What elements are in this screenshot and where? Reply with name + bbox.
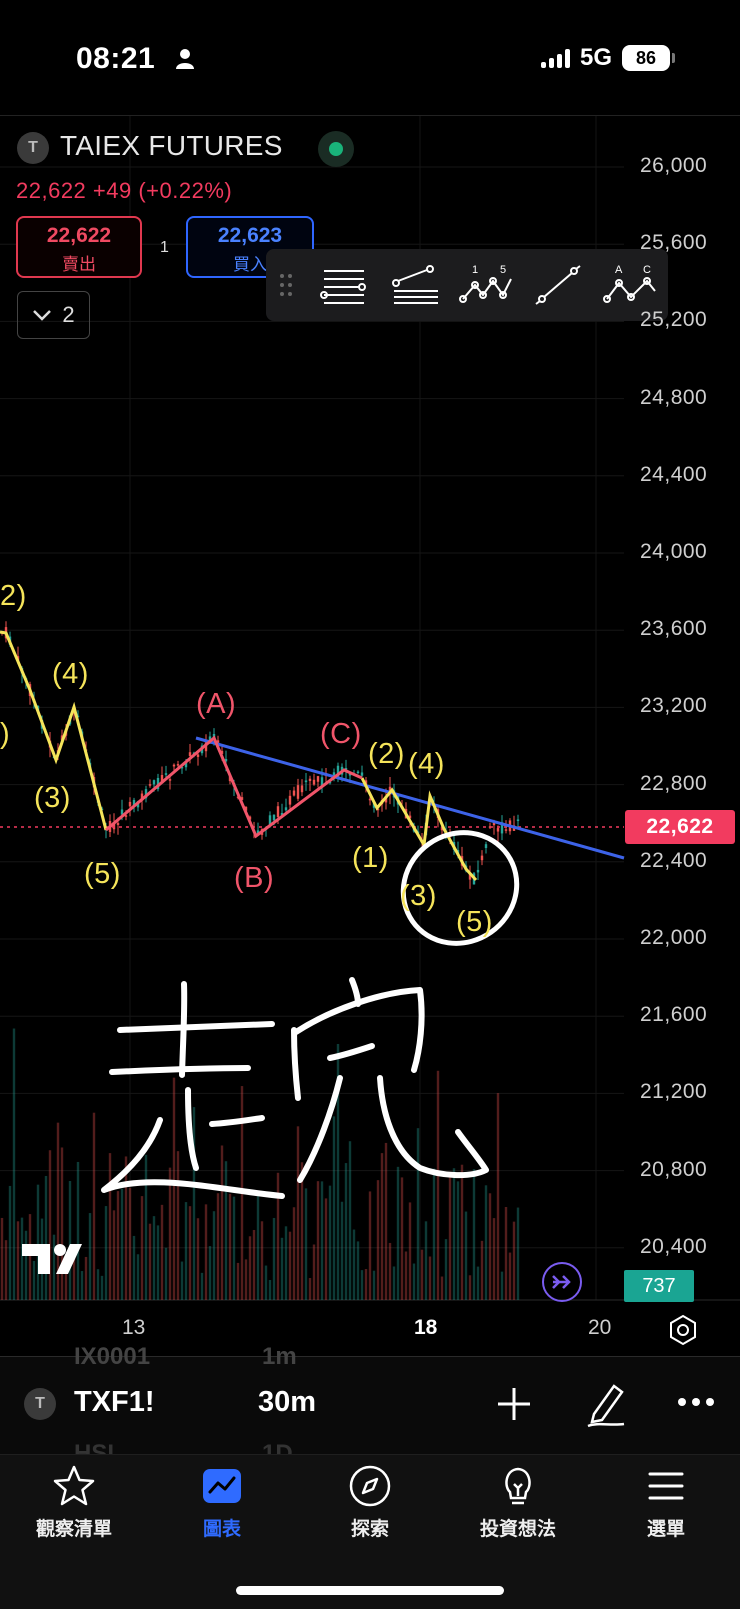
wave-label: (4) [52, 658, 89, 690]
sell-price: 22,622 [46, 224, 112, 247]
tab-label: 觀察清單 [35, 1519, 112, 1540]
indicators-toggle-button[interactable]: 2 [17, 291, 90, 339]
wave-label: 2) [0, 580, 27, 612]
tab-menu[interactable]: 選單 [606, 1462, 726, 1541]
tab-label: 投資想法 [479, 1519, 556, 1540]
lightbulb-icon [505, 1467, 531, 1505]
buy-price: 22,623 [217, 224, 283, 247]
price-tick: 25,600 [640, 231, 708, 255]
status-time: 08:21 [76, 42, 156, 75]
battery-icon: 86 [622, 45, 675, 71]
settings-hexagon-icon[interactable] [666, 1313, 700, 1347]
sell-label: 賣出 [62, 255, 96, 274]
person-icon [176, 49, 194, 69]
status-indicators: 5G 86 [540, 44, 675, 72]
trend-line-icon[interactable] [522, 249, 594, 321]
impulse-label-5: 5 [500, 265, 506, 276]
price-tick: 25,200 [640, 308, 708, 332]
price-tick: 21,600 [640, 1003, 708, 1027]
wave-label: (4) [408, 748, 445, 780]
price-tick: 21,200 [640, 1080, 708, 1104]
price-tick: 22,000 [640, 926, 708, 949]
time-tick: 18 [414, 1316, 438, 1339]
price-change: 22,622 +49 (+0.22%) [16, 178, 233, 203]
star-icon [53, 1465, 95, 1506]
wave-label: (5) [456, 906, 493, 938]
price-tick: 24,400 [640, 462, 708, 486]
wave-label: (2) [368, 738, 405, 770]
symbol-name[interactable]: TAIEX FUTURES [60, 130, 283, 162]
battery-level: 86 [635, 47, 657, 68]
market-open-status-icon[interactable] [318, 131, 354, 167]
price-tick: 20,400 [640, 1234, 708, 1258]
arrow-right-icon [552, 1275, 571, 1289]
price-tick: 24,800 [640, 385, 708, 409]
volume-badge: 737 [624, 1270, 694, 1302]
indicators-count: 2 [62, 302, 75, 327]
tab-label: 探索 [350, 1519, 389, 1540]
horizontal-lines-icon[interactable] [306, 249, 378, 321]
ghost-symbol: IX0001 [74, 1343, 151, 1370]
home-indicator [236, 1586, 504, 1595]
tab-label: 圖表 [202, 1519, 241, 1540]
price-tick: 24,000 [640, 540, 708, 563]
tab-explore[interactable]: 探索 [310, 1462, 430, 1541]
network-type: 5G [579, 44, 612, 71]
menu-icon [648, 1472, 684, 1500]
wave-label: (C) [320, 718, 362, 750]
tab-ideas[interactable]: 投資想法 [458, 1462, 578, 1541]
last-price-badge: 22,622 [625, 810, 735, 844]
symbol-selector[interactable]: TXF1! [74, 1386, 155, 1419]
price-tick: 22,800 [640, 771, 708, 795]
chevron-down-icon [33, 310, 52, 321]
drawing-tool-icon[interactable] [584, 1380, 628, 1428]
wave-label: (3) [34, 782, 71, 814]
interval-selector[interactable]: 30m [258, 1386, 316, 1419]
chart-icon [203, 1469, 241, 1503]
wave-label: (B) [234, 862, 275, 894]
impulse-label-1: 1 [472, 265, 478, 276]
time-tick: 13 [122, 1316, 146, 1339]
price-tick: 22,400 [640, 848, 708, 872]
tab-watchlist[interactable]: 觀察清單 [14, 1462, 134, 1541]
sell-button[interactable]: 22,622 賣出 [16, 216, 142, 278]
wave-label: ) [0, 718, 11, 750]
signal-icon [540, 48, 570, 68]
symbol-logo[interactable]: T [24, 1388, 56, 1420]
compass-icon [349, 1465, 391, 1507]
correction-label-a: A [615, 265, 623, 276]
wave-label: (1) [352, 842, 389, 874]
more-icon[interactable] [676, 1392, 716, 1412]
price-tick: 20,800 [640, 1157, 708, 1181]
drag-handle-icon[interactable] [266, 249, 306, 321]
elliott-impulse-icon[interactable]: 1 5 [450, 249, 522, 321]
tab-label: 選單 [646, 1519, 685, 1540]
wave-label: (3) [400, 880, 437, 912]
price-tick: 23,600 [640, 617, 708, 641]
time-tick: 20 [588, 1316, 612, 1339]
fib-retracement-icon[interactable] [378, 249, 450, 321]
symbol-logo[interactable]: T [17, 132, 49, 164]
price-tick: 23,200 [640, 694, 708, 718]
add-icon[interactable] [494, 1384, 534, 1424]
spread-value: 1 [160, 239, 169, 256]
drawing-toolbar: 1 5 A C [266, 249, 668, 321]
scroll-to-realtime-button[interactable] [542, 1262, 582, 1302]
correction-label-c: C [643, 265, 651, 276]
tab-chart[interactable]: 圖表 [162, 1462, 282, 1541]
wave-label: (5) [84, 858, 121, 890]
wave-label: (A) [196, 688, 237, 720]
ghost-interval: 1m [262, 1343, 297, 1370]
price-tick: 26,000 [640, 154, 708, 177]
